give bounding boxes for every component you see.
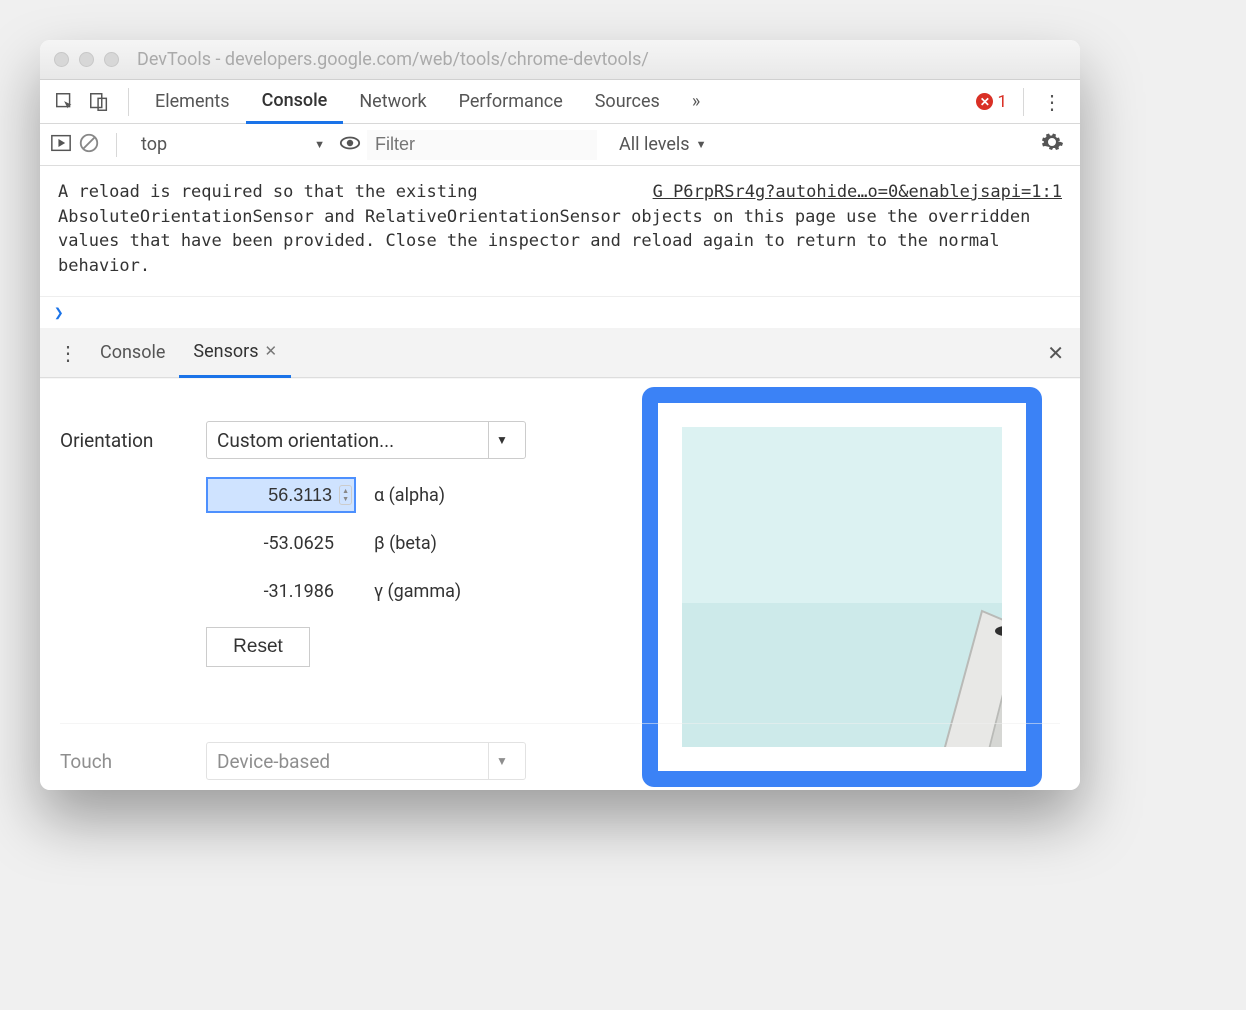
tab-more[interactable]: »	[676, 80, 716, 124]
divider	[128, 88, 129, 116]
divider	[1023, 88, 1024, 116]
chevron-down-icon: ▼	[489, 433, 515, 447]
beta-label: β (beta)	[374, 533, 437, 554]
minimize-window-button[interactable]	[79, 52, 94, 67]
maximize-window-button[interactable]	[104, 52, 119, 67]
drawer-tab-sensors[interactable]: Sensors ✕	[179, 328, 291, 378]
error-count: 1	[997, 92, 1007, 112]
gamma-value[interactable]: -31.1986	[206, 581, 356, 602]
eye-icon[interactable]	[339, 132, 361, 158]
filter-input[interactable]	[367, 130, 597, 160]
tab-network[interactable]: Network	[343, 80, 442, 124]
context-value: top	[141, 134, 167, 155]
touch-select-value: Device-based	[217, 743, 489, 779]
close-window-button[interactable]	[54, 52, 69, 67]
divider	[116, 133, 117, 157]
inspect-element-icon[interactable]	[50, 87, 80, 117]
console-prompt[interactable]: ❯	[40, 296, 1080, 328]
devtools-window: DevTools - developers.google.com/web/too…	[40, 40, 1080, 790]
chevron-down-icon: ▼	[314, 138, 325, 151]
beta-value[interactable]: -53.0625	[206, 533, 356, 554]
reset-button[interactable]: Reset	[206, 627, 310, 667]
orientation-select[interactable]: Custom orientation... ▼	[206, 421, 526, 459]
orientation-label: Orientation	[60, 421, 180, 452]
sidebar-toggle-icon[interactable]	[50, 132, 72, 158]
stepper-icon[interactable]: ▲▼	[339, 485, 352, 505]
titlebar: DevTools - developers.google.com/web/too…	[40, 40, 1080, 80]
gear-icon[interactable]	[1034, 130, 1070, 160]
drawer-close-icon[interactable]: ✕	[1047, 341, 1070, 365]
window-title: DevTools - developers.google.com/web/too…	[137, 49, 1066, 70]
touch-select[interactable]: Device-based ▼	[206, 742, 526, 780]
alpha-input[interactable]	[206, 477, 356, 513]
tab-sources[interactable]: Sources	[579, 80, 676, 124]
clear-console-icon[interactable]	[78, 132, 100, 158]
main-toolbar: Elements Console Network Performance Sou…	[40, 80, 1080, 124]
traffic-lights	[54, 52, 119, 67]
log-level-select[interactable]: All levels ▼	[603, 134, 706, 155]
sensors-panel: Orientation Custom orientation... ▼ ▲▼ α…	[40, 378, 1080, 790]
console-toolbar: top ▼ All levels ▼	[40, 124, 1080, 166]
tab-performance[interactable]: Performance	[443, 80, 579, 124]
drawer-tab-console[interactable]: Console	[86, 328, 179, 378]
context-select[interactable]: top ▼	[133, 130, 333, 160]
tab-elements[interactable]: Elements	[139, 80, 246, 124]
device-toggle-icon[interactable]	[84, 87, 114, 117]
kebab-icon[interactable]: ⋮	[1034, 90, 1070, 114]
message-source[interactable]: G P6rpRSr4g?autohide…o=0&enablejsapi=1:1	[653, 180, 1062, 205]
close-icon[interactable]: ✕	[265, 342, 278, 360]
drawer-tab-label: Sensors	[193, 341, 258, 362]
drawer-kebab-icon[interactable]: ⋮	[50, 341, 86, 365]
touch-label: Touch	[60, 742, 180, 773]
drawer-tabbar: ⋮ Console Sensors ✕ ✕	[40, 328, 1080, 378]
error-badge[interactable]: ✕ 1	[970, 92, 1013, 112]
console-output: G P6rpRSr4g?autohide…o=0&enablejsapi=1:1…	[40, 166, 1080, 296]
gamma-label: γ (gamma)	[374, 581, 461, 602]
chevron-down-icon: ▼	[696, 138, 707, 151]
tab-console[interactable]: Console	[246, 80, 344, 124]
chevron-down-icon: ▼	[489, 754, 515, 768]
orientation-select-value: Custom orientation...	[217, 422, 489, 458]
phone-stage[interactable]	[682, 427, 1002, 747]
error-icon: ✕	[976, 93, 993, 110]
alpha-label: α (alpha)	[374, 485, 445, 506]
levels-label: All levels	[619, 134, 690, 155]
